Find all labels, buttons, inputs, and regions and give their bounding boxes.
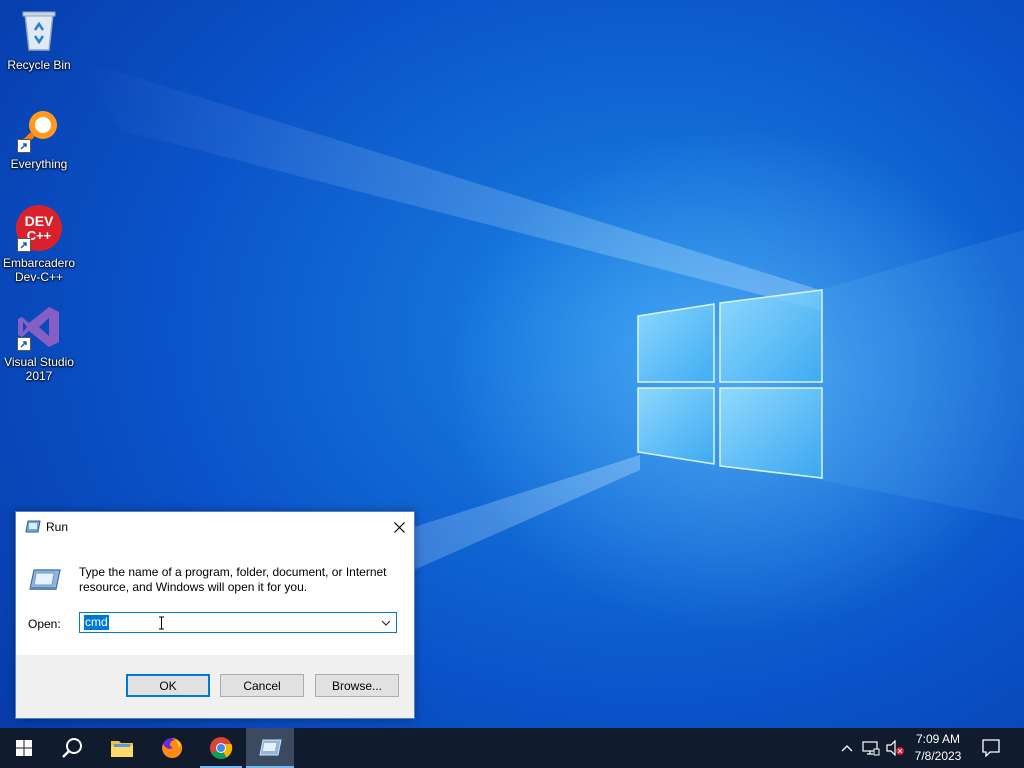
desktop-icon-label: Recycle Bin [7, 58, 71, 72]
run-program-icon [28, 568, 62, 595]
windows-logo-wallpaper [637, 289, 823, 479]
shortcut-arrow-icon [17, 139, 31, 153]
chevron-down-icon [381, 620, 391, 626]
taskbar-chrome[interactable] [197, 728, 245, 768]
notification-icon [982, 739, 1000, 757]
tray-network-button[interactable] [860, 728, 882, 768]
browse-button[interactable]: Browse... [315, 674, 399, 697]
run-icon [259, 739, 282, 756]
desktop-icon-label: Embarcadero Dev-C++ [2, 256, 76, 284]
desktop-icon-recycle-bin[interactable]: Recycle Bin [2, 2, 76, 72]
shortcut-arrow-icon [17, 337, 31, 351]
visual-studio-icon [15, 303, 63, 351]
chevron-up-icon [841, 745, 853, 752]
search-icon [62, 738, 82, 758]
clock-time: 7:09 AM [915, 732, 961, 746]
open-input-value[interactable]: cmd [84, 615, 109, 630]
chrome-icon [210, 737, 233, 759]
taskbar-firefox[interactable] [148, 728, 196, 768]
tray-volume-button[interactable] [884, 728, 906, 768]
network-icon [862, 741, 880, 756]
firefox-icon [162, 737, 183, 758]
recycle-bin-icon [15, 6, 63, 54]
run-dialog: Run Type the name of a program, folder, … [15, 511, 415, 719]
desktop[interactable]: Recycle Bin Everything DEV C++ Embarcade… [0, 0, 1024, 728]
start-button[interactable] [0, 728, 48, 768]
dev-cpp-icon: DEV C++ [15, 204, 63, 252]
taskbar-file-explorer[interactable] [98, 728, 146, 768]
desktop-icon-dev-cpp[interactable]: DEV C++ Embarcadero Dev-C++ [2, 200, 76, 284]
shortcut-arrow-icon [17, 238, 31, 252]
clock-date: 7/8/2023 [914, 749, 962, 763]
text-cursor-icon [159, 616, 164, 630]
search-button[interactable] [48, 728, 96, 768]
close-icon [393, 521, 405, 533]
action-center-button[interactable] [976, 728, 1006, 768]
desktop-icon-everything[interactable]: Everything [2, 101, 76, 171]
tray-show-hidden-button[interactable] [838, 728, 856, 768]
open-label: Open: [28, 617, 61, 631]
everything-icon [15, 105, 63, 153]
run-description: Type the name of a program, folder, docu… [79, 565, 387, 594]
start-icon [16, 740, 32, 756]
ok-button[interactable]: OK [126, 674, 210, 697]
file-explorer-icon [111, 741, 133, 757]
volume-muted-icon [886, 740, 904, 756]
cancel-button[interactable]: Cancel [220, 674, 304, 697]
tray-clock[interactable]: 7:09 AM 7/8/2023 [906, 731, 970, 765]
taskbar: 7:09 AM 7/8/2023 [0, 728, 1024, 768]
run-icon [25, 520, 41, 537]
dev-cpp-icon-text-1: DEV [25, 213, 54, 229]
taskbar-run[interactable] [246, 728, 294, 768]
desktop-icon-label: Everything [10, 157, 68, 171]
desktop-icon-visual-studio[interactable]: Visual Studio 2017 [2, 299, 76, 383]
dropdown-button[interactable] [378, 615, 394, 630]
open-combobox[interactable]: cmd [79, 612, 397, 633]
close-button[interactable] [384, 512, 414, 542]
run-title: Run [46, 520, 69, 534]
run-body: Type the name of a program, folder, docu… [16, 542, 414, 655]
desktop-icon-label: Visual Studio 2017 [4, 355, 74, 383]
run-titlebar[interactable]: Run [16, 512, 414, 542]
